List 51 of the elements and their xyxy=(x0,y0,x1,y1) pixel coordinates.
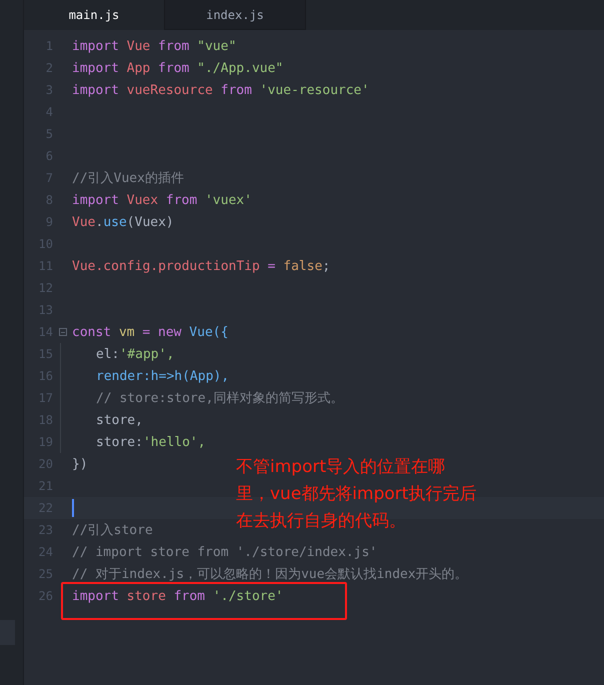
code-token: // store:store,同样对象的简写形式。 xyxy=(96,390,344,407)
code-token: ; xyxy=(322,258,330,274)
annotation-line: 在去执行自身的代码。 xyxy=(236,510,407,533)
code-token: from xyxy=(158,38,190,54)
code-token: store, xyxy=(96,412,143,428)
code-token: store xyxy=(126,588,166,604)
code-token: import xyxy=(72,588,119,604)
fold-marker-icon[interactable] xyxy=(58,328,66,336)
code-token: App xyxy=(126,60,150,76)
code-token: './store' xyxy=(212,588,284,604)
annotation-line: 不管import导入的位置在哪 xyxy=(236,456,446,479)
code-token: Vuex xyxy=(126,192,158,208)
code-token: vueResource xyxy=(126,82,213,98)
code-token: //引入Vuex的插件 xyxy=(72,170,184,187)
code-token: new xyxy=(158,324,182,340)
text-cursor xyxy=(72,499,74,517)
code-token: '#app', xyxy=(119,346,174,362)
annotation-line: 里，vue都先将import执行完后 xyxy=(236,483,476,506)
code-token: render:h=>h(App), xyxy=(96,368,230,384)
code-token: "./App.vue" xyxy=(197,60,284,76)
code-token: from xyxy=(166,192,198,208)
code-token: false xyxy=(283,258,322,274)
code-token: // 对于index.js，可以忽略的！因为vue会默认找index开头的。 xyxy=(72,566,468,583)
code-token: Vue.config.productionTip xyxy=(72,258,260,274)
code-token: import xyxy=(72,60,119,76)
code-token: vm xyxy=(118,324,135,340)
code-token: . xyxy=(95,214,104,230)
code-token: = xyxy=(268,258,276,274)
code-token: import xyxy=(72,38,119,54)
code-token: = xyxy=(142,324,150,340)
code-token: (Vuex) xyxy=(126,214,174,230)
code-token: from xyxy=(158,60,190,76)
code-token: import xyxy=(72,192,119,208)
code-token: use xyxy=(103,214,127,230)
code-token: Vue xyxy=(126,38,150,54)
code-token: from xyxy=(220,82,252,98)
code-token: 'vue-resource' xyxy=(260,82,370,98)
code-token: 'hello', xyxy=(142,434,206,450)
file-tab[interactable]: index.js xyxy=(165,0,306,30)
code-token: store: xyxy=(96,434,143,450)
code-token: const xyxy=(72,324,112,340)
code-token: Vue xyxy=(72,214,96,230)
code-token: import xyxy=(72,82,119,98)
code-token: // import store from './store/index.js' xyxy=(72,544,378,560)
code-token: //引入store xyxy=(72,522,153,539)
code-token: }) xyxy=(72,456,88,472)
code-token: 'vuex' xyxy=(204,192,252,208)
code-token: from xyxy=(174,588,206,604)
code-token: "vue" xyxy=(197,38,236,54)
code-token: Vue({ xyxy=(189,324,228,340)
code-token: el: xyxy=(96,346,120,362)
